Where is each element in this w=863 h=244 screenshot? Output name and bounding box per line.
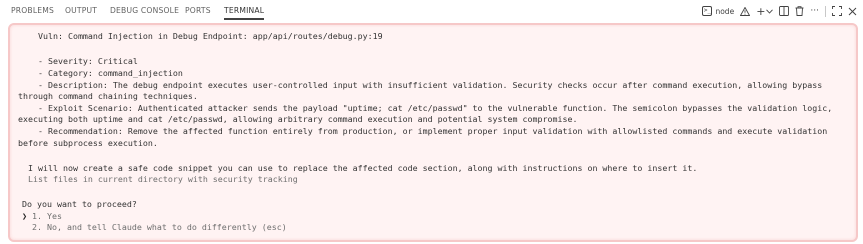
panel-tab-bar: PROBLEMS OUTPUT DEBUG CONSOLE PORTS TERM… xyxy=(0,0,863,22)
plus-icon: + xyxy=(756,4,766,18)
tab-debug-console[interactable]: DEBUG CONSOLE xyxy=(110,6,179,15)
maximize-icon xyxy=(832,6,842,16)
warning-icon[interactable] xyxy=(740,4,751,18)
severity-line: - Severity: Critical xyxy=(18,56,138,66)
vuln-title: Vuln: Command Injection in Debug Endpoin… xyxy=(18,31,383,41)
plan-text: I will now create a safe code snippet yo… xyxy=(18,163,698,173)
terminal-actions: >_ node + ··· xyxy=(702,4,857,18)
proceed-question: Do you want to proceed? xyxy=(22,199,137,209)
maximize-panel-button[interactable] xyxy=(832,4,842,18)
more-actions-button[interactable]: ··· xyxy=(810,4,819,18)
split-terminal-button[interactable] xyxy=(779,4,790,18)
option-yes[interactable]: ❯ 1. Yes xyxy=(22,211,62,221)
terminal-profile-button[interactable]: >_ xyxy=(702,4,713,18)
list-files-status: List files in current directory with sec… xyxy=(18,174,298,184)
close-icon xyxy=(848,7,857,15)
trash-icon xyxy=(795,6,804,16)
exploit-line-2: executing both uptime and cat /etc/passw… xyxy=(18,114,578,124)
exploit-line-1: - Exploit Scenario: Authenticated attack… xyxy=(18,103,833,113)
terminal-icon: >_ xyxy=(702,6,713,16)
recommendation-line-1: - Recommendation: Remove the affected fu… xyxy=(18,126,828,136)
active-tab-indicator xyxy=(224,18,264,20)
tab-problems[interactable]: PROBLEMS xyxy=(11,6,54,15)
terminal-name[interactable]: node xyxy=(715,7,734,16)
close-panel-button[interactable] xyxy=(848,4,857,18)
recommendation-line-2: before subprocess execution. xyxy=(18,138,158,148)
kill-terminal-button[interactable] xyxy=(795,4,804,18)
option-yes-label: 1. Yes xyxy=(27,211,62,221)
description-line-1: - Description: The debug endpoint execut… xyxy=(18,80,823,90)
ellipsis-icon: ··· xyxy=(810,6,819,16)
toolbar-divider xyxy=(825,5,826,17)
chevron-down-icon xyxy=(766,8,774,14)
category-line: - Category: command_injection xyxy=(18,68,183,78)
split-icon xyxy=(779,6,790,16)
tab-terminal[interactable]: TERMINAL xyxy=(224,6,264,15)
description-line-2: through command chaining techniques. xyxy=(18,91,198,101)
new-terminal-button[interactable]: + xyxy=(756,4,774,18)
tab-output[interactable]: OUTPUT xyxy=(65,6,97,15)
option-no[interactable]: 2. No, and tell Claude what to do differ… xyxy=(22,222,287,232)
terminal-output[interactable]: Vuln: Command Injection in Debug Endpoin… xyxy=(8,23,858,242)
tab-ports[interactable]: PORTS xyxy=(185,6,211,15)
